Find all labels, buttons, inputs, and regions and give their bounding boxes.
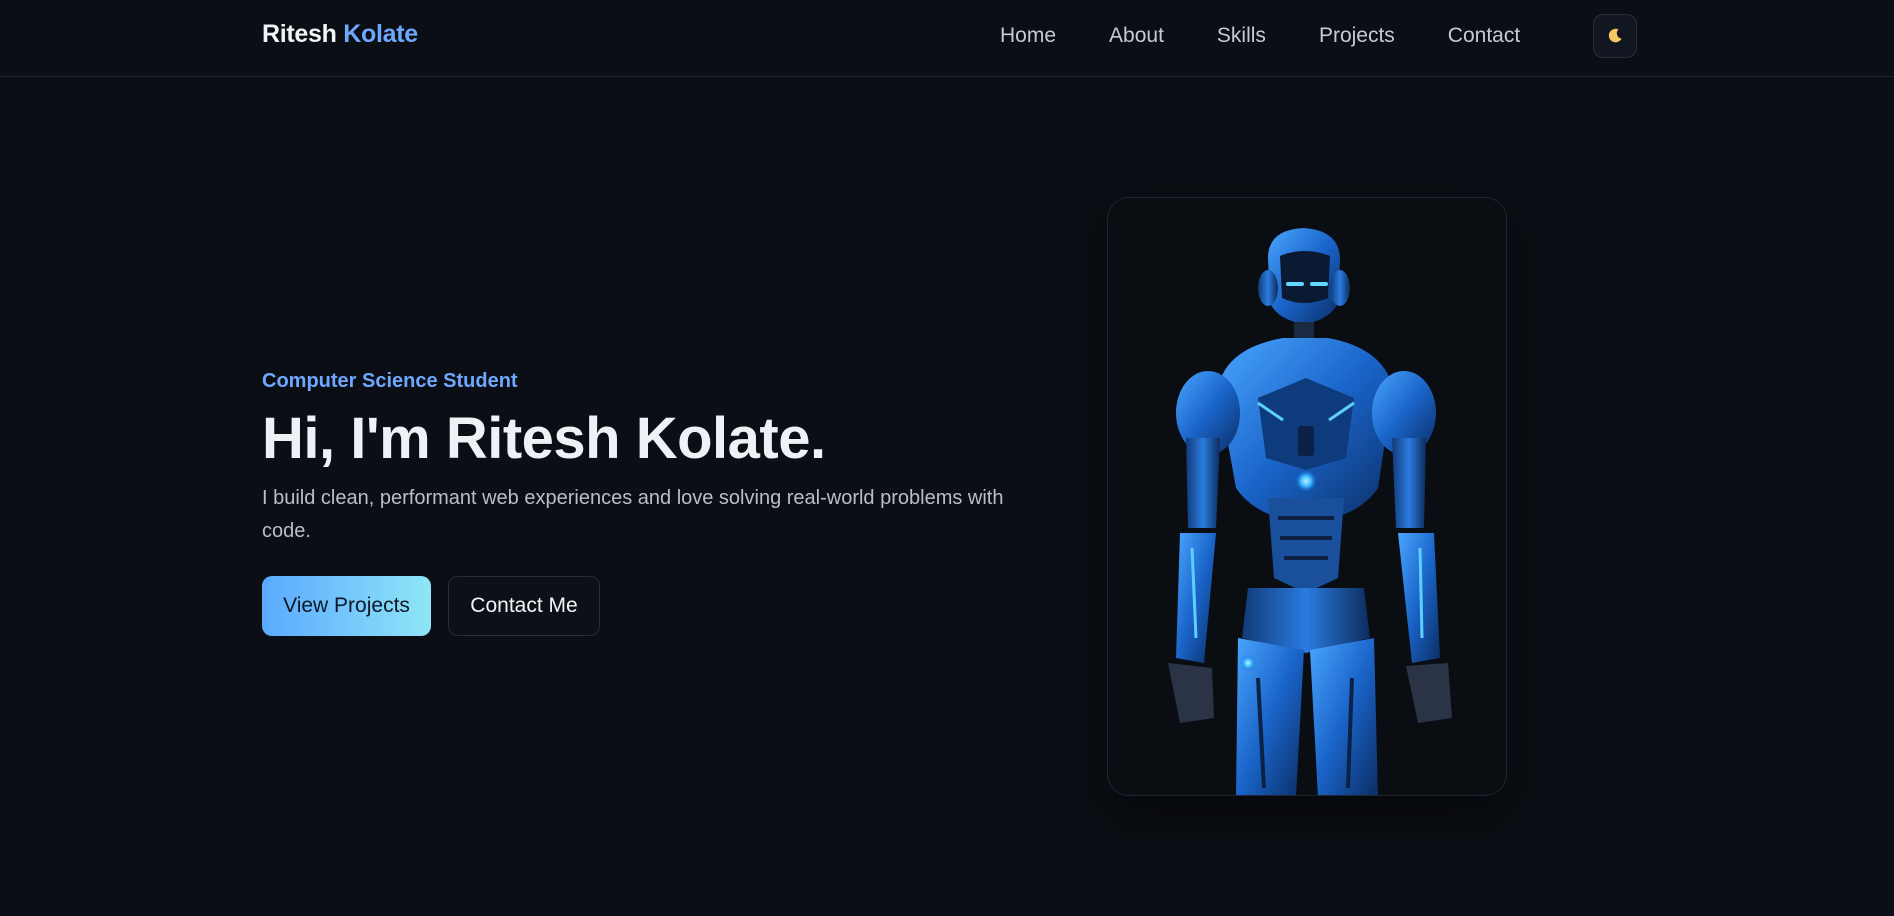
moon-icon — [1608, 28, 1622, 43]
brand-last-name: Kolate — [343, 20, 418, 48]
top-navbar: Ritesh Kolate Home About Skills Projects… — [0, 0, 1894, 77]
robot-legs — [1236, 588, 1378, 795]
robot-left-arm — [1168, 438, 1220, 723]
brand-logo[interactable]: Ritesh Kolate — [262, 20, 418, 49]
nav-link-projects[interactable]: Projects — [1319, 24, 1395, 48]
nav-link-about[interactable]: About — [1109, 24, 1164, 48]
robot-head — [1258, 228, 1350, 340]
robot-right-arm — [1392, 438, 1452, 723]
hero-description: I build clean, performant web experience… — [262, 487, 1004, 542]
robot-torso — [1218, 338, 1393, 593]
view-projects-button[interactable]: View Projects — [262, 576, 431, 636]
contact-me-button[interactable]: Contact Me — [448, 576, 600, 636]
hero-eyebrow: Computer Science Student — [262, 370, 518, 392]
theme-toggle-button[interactable] — [1593, 14, 1637, 58]
nav-link-contact[interactable]: Contact — [1448, 24, 1520, 48]
brand-first-name: Ritesh — [262, 20, 337, 48]
nav-links: Home About Skills Projects Contact — [1000, 0, 1520, 72]
robot-illustration — [1168, 228, 1452, 795]
nav-link-skills[interactable]: Skills — [1217, 24, 1266, 48]
hero-headline: Hi, I'm Ritesh Kolate. — [262, 406, 826, 471]
hero-image-card — [1107, 197, 1507, 796]
nav-link-home[interactable]: Home — [1000, 24, 1056, 48]
